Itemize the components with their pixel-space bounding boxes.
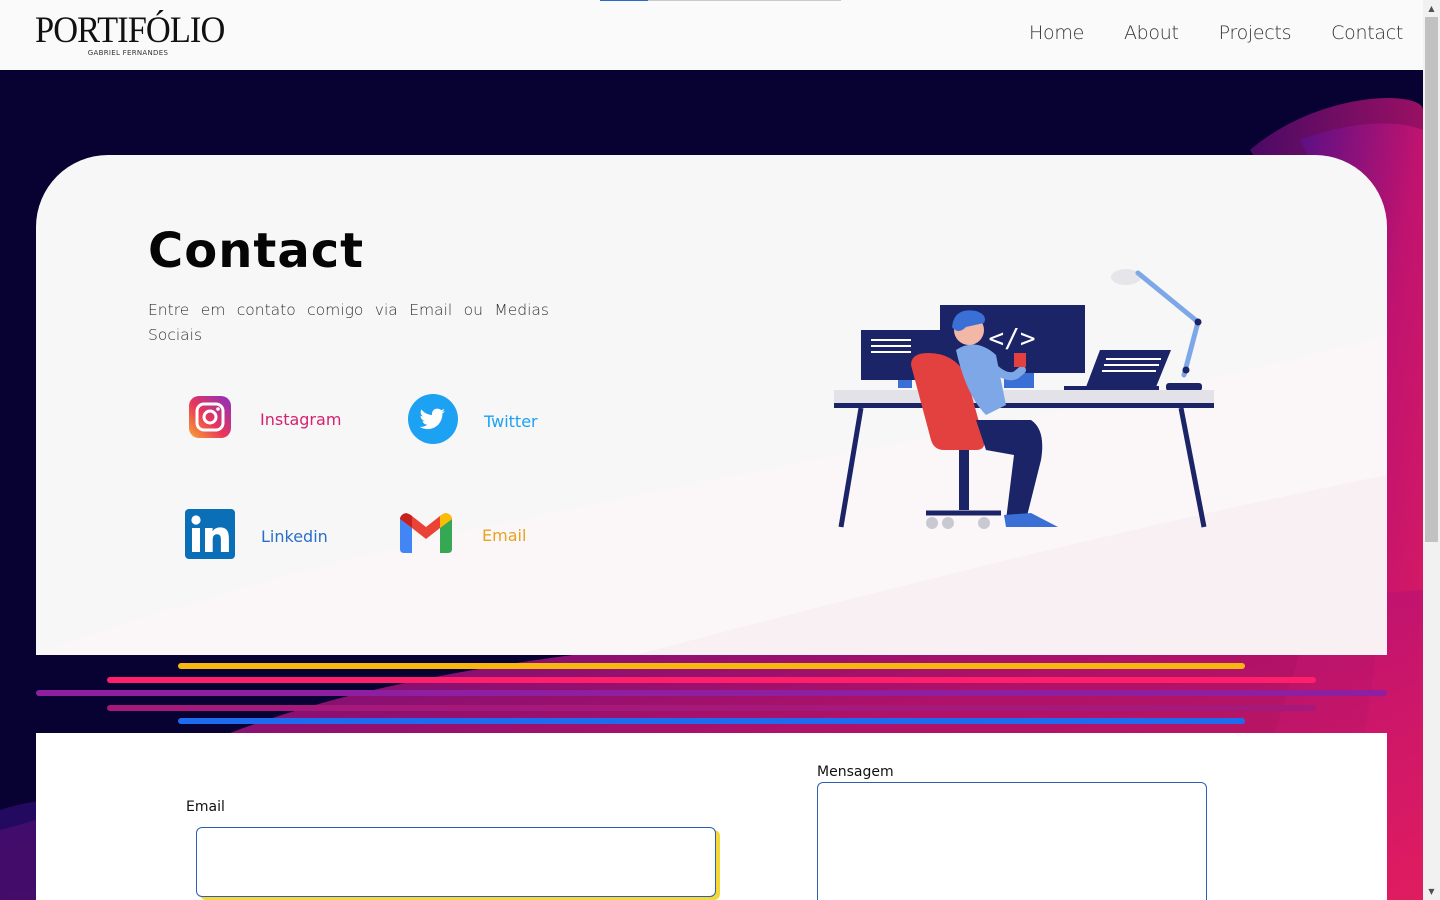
- linkedin-icon: [185, 509, 235, 564]
- instagram-label: Instagram: [260, 410, 342, 429]
- nav-contact[interactable]: Contact: [1331, 22, 1403, 44]
- decor-stripe-yellow: [178, 663, 1245, 669]
- email-field-label: Email: [186, 799, 225, 815]
- linkedin-label: Linkedin: [261, 527, 328, 546]
- decor-stripe-magenta: [107, 705, 1316, 711]
- contact-title: Contact: [148, 223, 365, 279]
- email-field[interactable]: [196, 827, 716, 897]
- main-nav: Home About Projects Contact: [1029, 22, 1403, 44]
- scroll-thumb[interactable]: [1425, 17, 1438, 542]
- message-field[interactable]: [817, 782, 1207, 900]
- instagram-link[interactable]: Instagram: [189, 396, 341, 443]
- linkedin-link[interactable]: Linkedin: [185, 509, 328, 564]
- twitter-link[interactable]: Twitter: [408, 394, 538, 449]
- email-label: Email: [482, 526, 527, 545]
- developer-at-desk-illustration: </>: [834, 269, 1214, 529]
- nav-projects[interactable]: Projects: [1219, 22, 1292, 44]
- scroll-progress-fill: [600, 0, 649, 1]
- contact-form: Email Mensagem: [36, 733, 1387, 900]
- gmail-icon: [400, 513, 452, 558]
- twitter-label: Twitter: [484, 412, 538, 431]
- message-field-label: Mensagem: [817, 764, 894, 780]
- decor-stripe-pink: [107, 677, 1316, 683]
- page-scrollbar[interactable]: ▲ ▼: [1423, 0, 1440, 900]
- svg-text:</>: </>: [989, 324, 1036, 354]
- logo-title: PORTIFÓLIO: [35, 10, 225, 51]
- twitter-icon: [408, 394, 458, 449]
- nav-about[interactable]: About: [1124, 22, 1179, 44]
- decor-stripe-blue: [178, 718, 1245, 724]
- instagram-icon: [189, 396, 231, 443]
- site-logo[interactable]: PORTIFÓLIO GABRIEL FERNANDES: [28, 10, 228, 58]
- email-link[interactable]: Email: [400, 513, 526, 558]
- scroll-progress-bar: [600, 0, 841, 1]
- decor-stripe-purple: [36, 690, 1387, 696]
- nav-home[interactable]: Home: [1029, 22, 1084, 44]
- contact-description: Entre em contato comigo via Email ou Med…: [148, 301, 549, 344]
- site-header: PORTIFÓLIO GABRIEL FERNANDES Home About …: [0, 0, 1423, 70]
- scroll-down-arrow-icon[interactable]: ▼: [1423, 883, 1440, 900]
- contact-card: Contact Entre em contato comigo via Emai…: [36, 155, 1387, 655]
- scroll-up-arrow-icon[interactable]: ▲: [1423, 0, 1440, 17]
